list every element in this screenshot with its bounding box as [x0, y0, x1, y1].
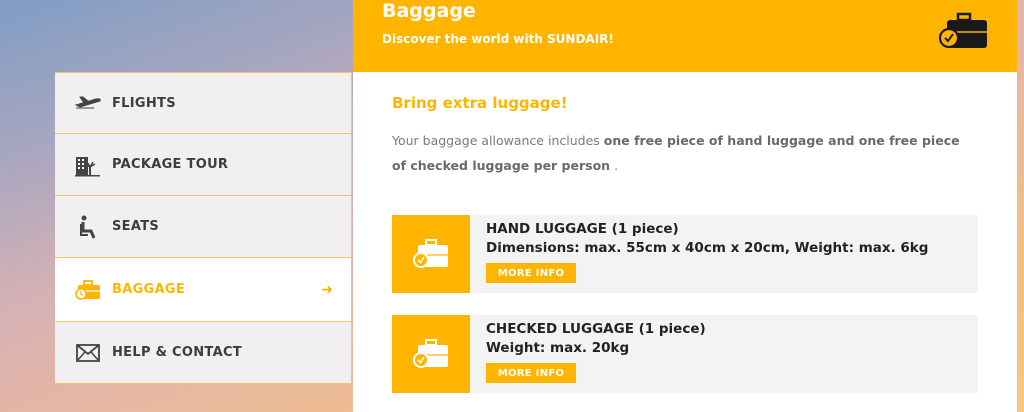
page-header: Baggage Discover the world with SUNDAIR! [353, 0, 1017, 72]
luggage-detail: Dimensions: max. 55cm x 40cm x 20cm, Wei… [486, 240, 929, 256]
page-subtitle: Discover the world with SUNDAIR! [382, 32, 614, 46]
luggage-name: CHECKED LUGGAGE (1 piece) [486, 321, 706, 337]
content-description: Your baggage allowance includes one free… [392, 128, 972, 178]
sidebar-item-label: SEATS [112, 219, 160, 234]
more-info-button[interactable]: MORE INFO [486, 263, 576, 283]
checked-luggage-card: CHECKED LUGGAGE (1 piece) Weight: max. 2… [392, 315, 978, 393]
luggage-icon-box [392, 215, 470, 293]
sidebar-item-help-contact[interactable]: HELP & CONTACT [55, 322, 352, 384]
suitcase-clock-icon [938, 12, 987, 49]
more-info-button[interactable]: MORE INFO [486, 363, 576, 383]
luggage-name: HAND LUGGAGE (1 piece) [486, 221, 679, 237]
sidebar-item-label: BAGGAGE [112, 282, 186, 297]
airplane-icon [73, 91, 103, 115]
sidebar-item-package-tour[interactable]: PACKAGE TOUR [55, 134, 352, 196]
hand-luggage-card: HAND LUGGAGE (1 piece) Dimensions: max. … [392, 215, 978, 293]
page-title: Baggage [382, 0, 476, 22]
suitcase-clock-icon [413, 339, 448, 368]
suitcase-clock-icon [413, 239, 448, 268]
luggage-detail: Weight: max. 20kg [486, 340, 630, 356]
suitcase-icon [73, 278, 103, 302]
description-suffix: . [610, 158, 619, 173]
sidebar-item-flights[interactable]: FLIGHTS [55, 72, 352, 134]
content-title: Bring extra luggage! [392, 94, 568, 112]
hotel-palm-icon [73, 153, 103, 177]
sidebar-item-baggage[interactable]: BAGGAGE ➜ [55, 258, 352, 322]
sidebar-item-label: HELP & CONTACT [112, 345, 242, 360]
sidebar-item-seats[interactable]: SEATS [55, 196, 352, 258]
main-panel: Baggage Discover the world with SUNDAIR!… [353, 0, 1017, 412]
envelope-icon [73, 341, 103, 365]
sidebar-item-label: PACKAGE TOUR [112, 157, 229, 172]
description-prefix: Your baggage allowance includes [392, 133, 604, 148]
arrow-right-icon: ➜ [321, 281, 333, 298]
sidebar-item-label: FLIGHTS [112, 95, 176, 111]
luggage-icon-box [392, 315, 470, 393]
sidebar-nav: FLIGHTS PACKAGE TOUR SEATS BAGGAGE ➜ HEL… [55, 72, 352, 384]
seat-icon [73, 215, 103, 239]
